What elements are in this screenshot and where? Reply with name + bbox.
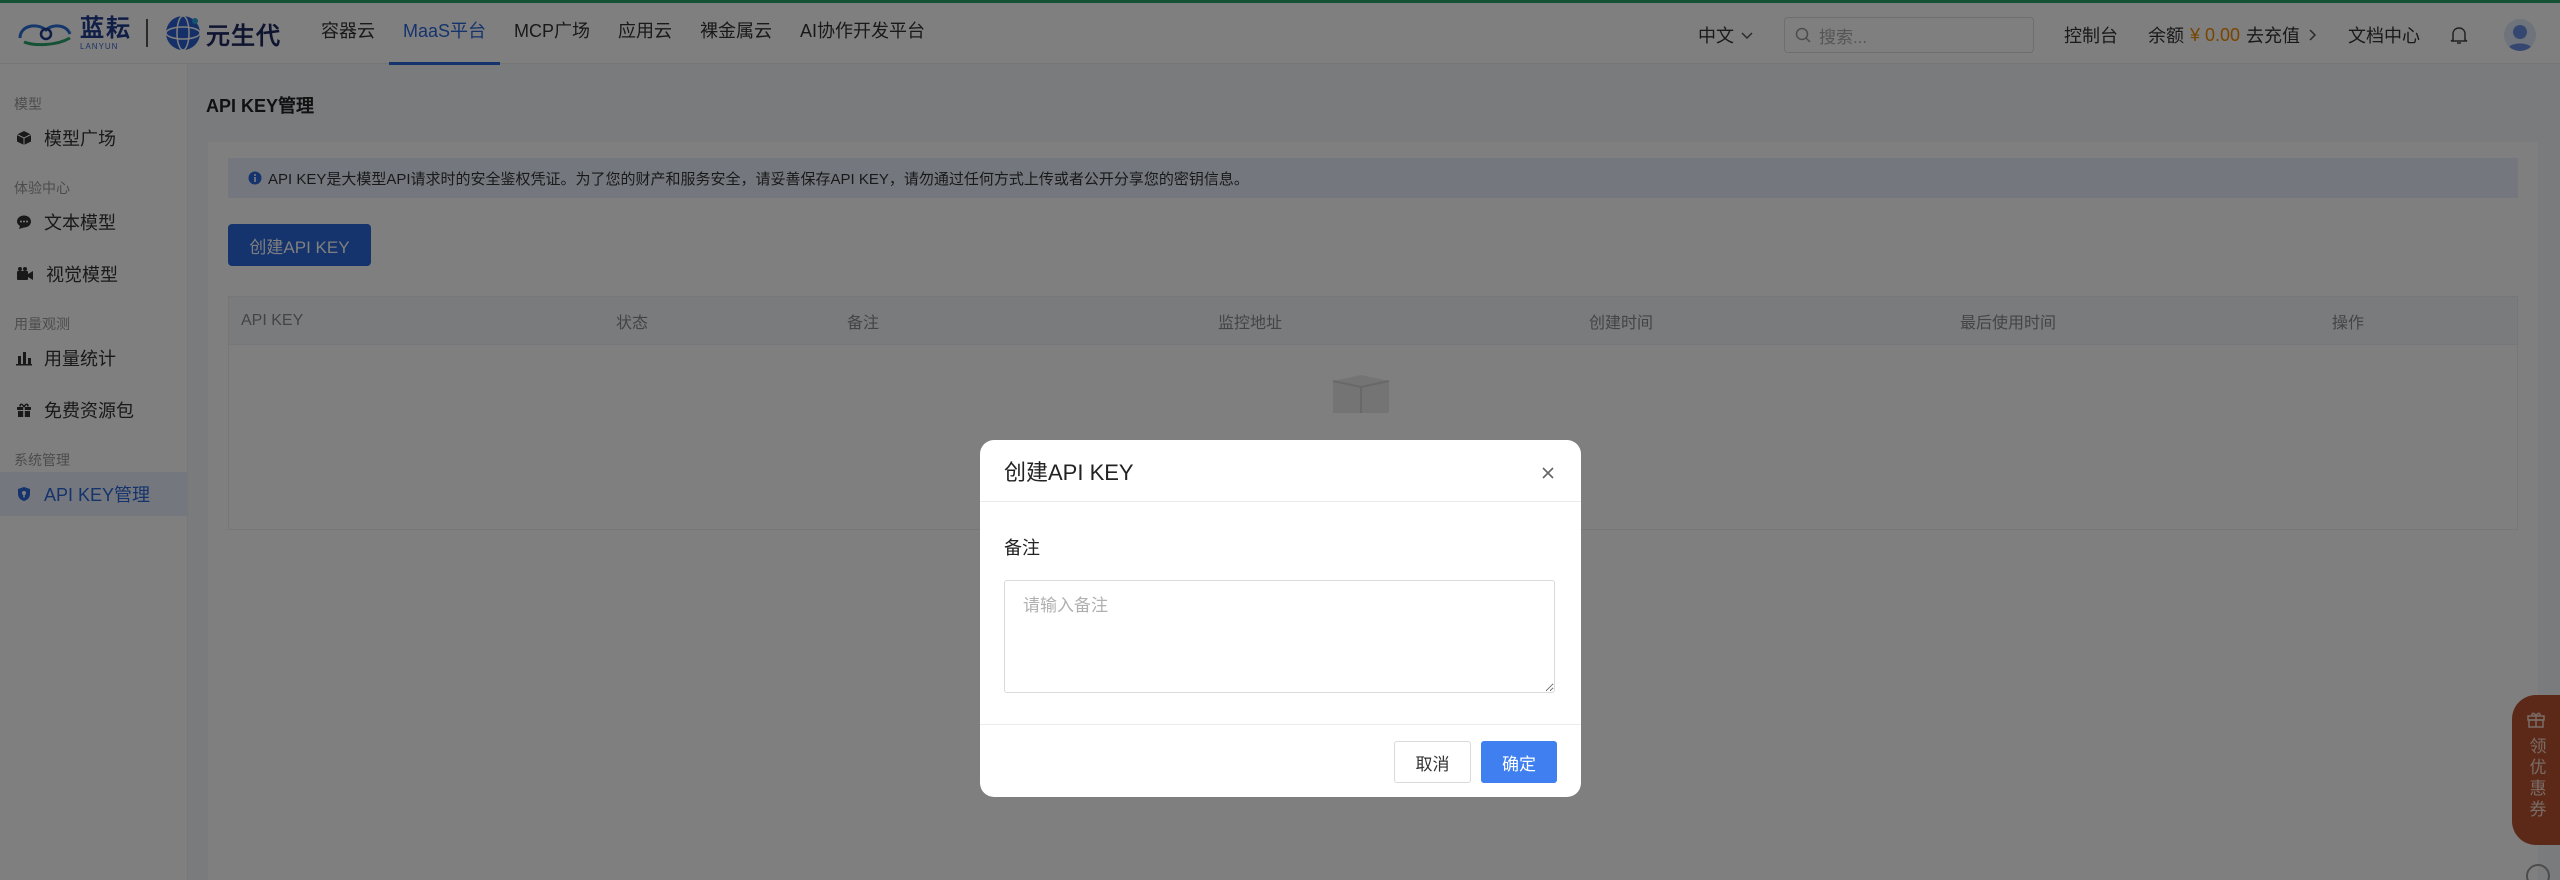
dialog-title: 创建API KEY — [1004, 459, 1134, 485]
remark-label: 备注 — [1004, 538, 1040, 558]
close-icon[interactable] — [1541, 466, 1555, 480]
cancel-button[interactable]: 取消 — [1394, 741, 1471, 783]
confirm-button[interactable]: 确定 — [1481, 741, 1557, 783]
remark-textarea[interactable] — [1004, 580, 1555, 693]
dialog-body: 备注 — [980, 534, 1581, 693]
dialog-header: 创建API KEY — [980, 440, 1581, 502]
create-api-key-dialog: 创建API KEY 备注 取消 确定 — [980, 440, 1581, 797]
dialog-footer: 取消 确定 — [980, 724, 1581, 797]
